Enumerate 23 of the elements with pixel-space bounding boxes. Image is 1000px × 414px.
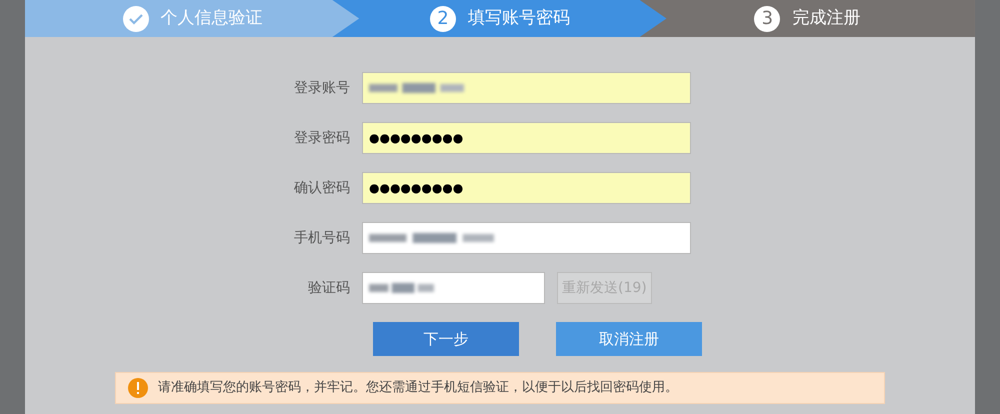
field-label: 验证码 — [307, 278, 351, 298]
step-number: 3 — [754, 6, 780, 32]
input-field[interactable] — [362, 72, 691, 104]
notice-text: 请准确填写您的账号密码，并牢记。您还需通过手机短信验证，以便于以后找回密码使用。 — [158, 379, 678, 398]
step-label: 完成注册 — [792, 6, 860, 30]
field-label: 登录账号 — [293, 78, 351, 98]
field-label: 登录密码 — [293, 128, 351, 148]
blurred-value — [369, 281, 434, 295]
input-field[interactable]: ●●●●●●●●● — [362, 122, 691, 154]
field-label: 手机号码 — [293, 228, 351, 248]
field-label: 确认密码 — [293, 178, 351, 198]
warning-icon — [128, 378, 148, 398]
password-value: ●●●●●●●●● — [369, 180, 464, 197]
check-icon — [122, 6, 149, 32]
input-field[interactable] — [362, 222, 691, 254]
step-number: 2 — [430, 6, 456, 32]
input-field[interactable] — [362, 272, 545, 304]
password-value: ●●●●●●●●● — [369, 130, 464, 147]
step-label: 填写账号密码 — [468, 6, 570, 30]
cancel-button[interactable]: 取消注册 — [556, 322, 702, 356]
input-field[interactable]: ●●●●●●●●● — [362, 172, 691, 204]
next-button[interactable]: 下一步 — [373, 322, 519, 356]
step-label: 个人信息验证 — [160, 6, 263, 30]
